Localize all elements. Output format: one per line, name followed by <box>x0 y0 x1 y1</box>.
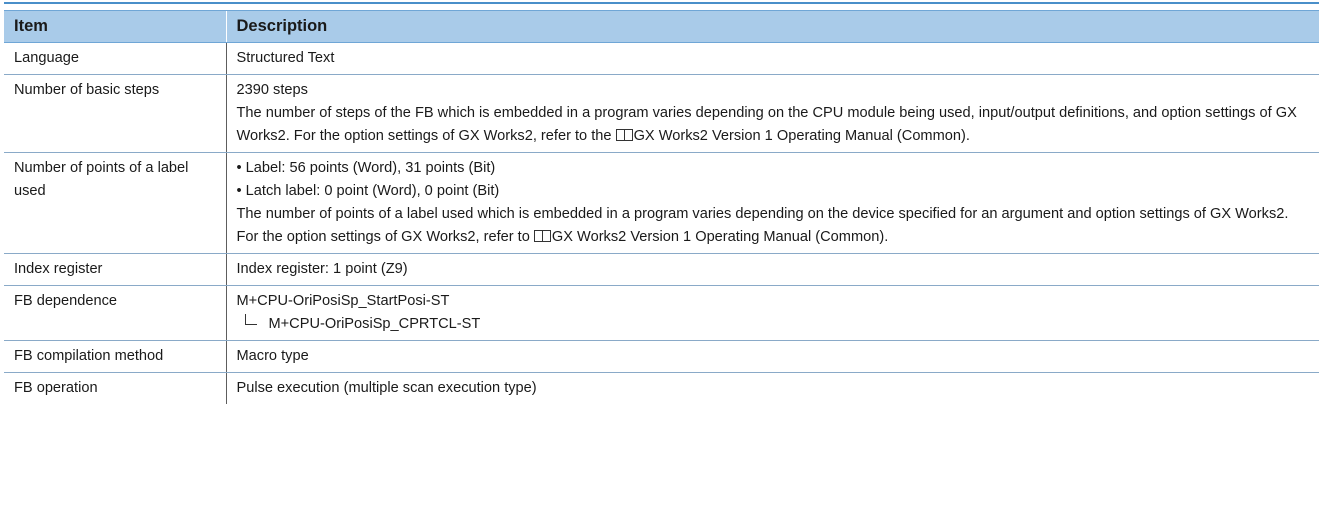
table-header-row: Item Description <box>4 10 1319 43</box>
label-points-note: The number of points of a label used whi… <box>237 206 1289 245</box>
item-compilation: FB compilation method <box>4 340 226 373</box>
table-row: FB operation Pulse execution (multiple s… <box>4 372 1319 404</box>
header-item: Item <box>4 10 226 43</box>
description-operation: Pulse execution (multiple scan execution… <box>225 372 1319 404</box>
dependence-parent: M+CPU-OriPosiSp_StartPosi-ST <box>236 293 450 309</box>
manual-reference-link[interactable]: GX Works2 Version 1 Operating Manual (Co… <box>552 229 888 245</box>
table-row: Index register Index register: 1 point (… <box>4 253 1319 286</box>
description-label-points: • Label: 56 points (Word), 31 points (Bi… <box>225 152 1319 254</box>
bullet-latch-label-text: Latch label: 0 point (Word), 0 point (Bi… <box>245 183 500 199</box>
description-fb-dependence: M+CPU-OriPosiSp_StartPosi-ST M+CPU-OriPo… <box>225 285 1319 341</box>
top-rule <box>4 2 1319 4</box>
table-row: FB compilation method Macro type <box>4 340 1319 373</box>
manual-book-icon <box>615 129 633 141</box>
basic-steps-value: 2390 steps <box>236 82 308 98</box>
table-row: Language Structured Text <box>4 42 1319 75</box>
fb-spec-table: Item Description Language Structured Tex… <box>4 10 1319 404</box>
item-index-register: Index register <box>4 253 226 286</box>
description-index-register: Index register: 1 point (Z9) <box>225 253 1319 286</box>
description-basic-steps: 2390 steps The number of steps of the FB… <box>225 74 1319 153</box>
item-fb-dependence: FB dependence <box>4 285 226 341</box>
header-description: Description <box>225 10 1319 43</box>
bullet-label: • Label: 56 points (Word), 31 points (Bi… <box>236 160 496 176</box>
tree-branch-icon <box>244 314 257 325</box>
description-language: Structured Text <box>225 42 1319 75</box>
table-row: Number of basic steps 2390 steps The num… <box>4 74 1319 153</box>
manual-reference-link[interactable]: GX Works2 Version 1 Operating Manual (Co… <box>634 128 970 144</box>
bullet-label-text: Label: 56 points (Word), 31 points (Bit) <box>245 160 496 176</box>
basic-steps-note: The number of steps of the FB which is e… <box>237 105 1297 144</box>
item-operation: FB operation <box>14 380 98 396</box>
bullet-latch-label: • Latch label: 0 point (Word), 0 point (… <box>236 183 500 199</box>
dependence-child: M+CPU-OriPosiSp_CPRTCL-ST <box>268 316 481 332</box>
table-row: FB dependence M+CPU-OriPosiSp_StartPosi-… <box>4 285 1319 341</box>
description-compilation: Macro type <box>225 340 1319 373</box>
table-row: Number of points of a label used • Label… <box>4 152 1319 254</box>
manual-book-icon <box>533 230 551 242</box>
dependence-child-row: M+CPU-OriPosiSp_CPRTCL-ST <box>237 313 1314 336</box>
item-basic-steps: Number of basic steps <box>4 74 226 153</box>
item-language: Language <box>4 42 226 75</box>
item-label-points: Number of points of a label used <box>4 152 226 254</box>
